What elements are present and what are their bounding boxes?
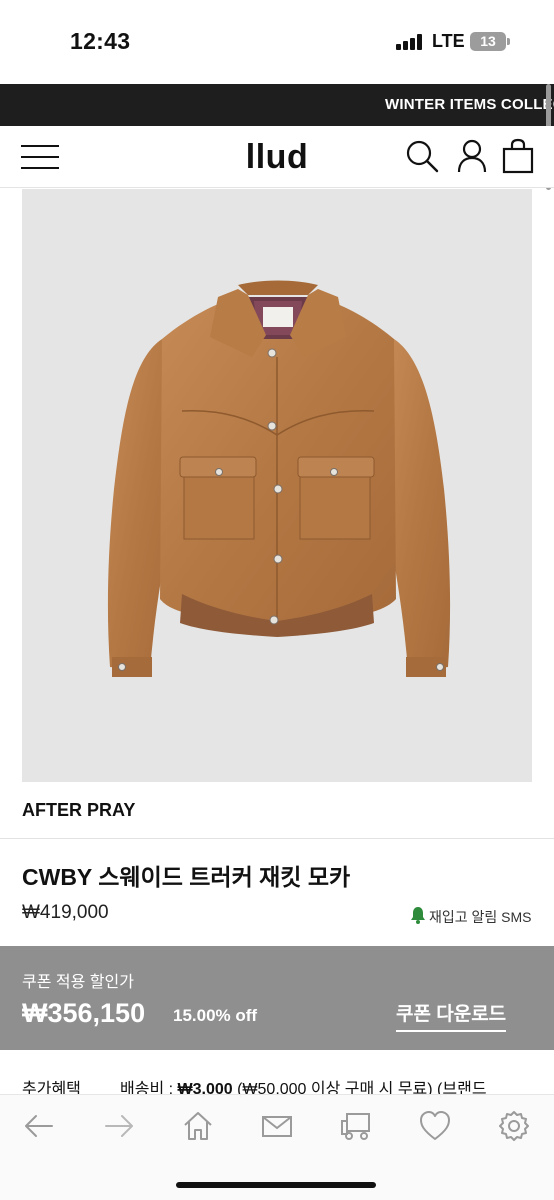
product-price: ₩419,000 xyxy=(22,902,109,923)
forward-arrow-icon[interactable] xyxy=(102,1109,136,1143)
back-arrow-icon[interactable] xyxy=(22,1109,56,1143)
signal-icon xyxy=(396,34,426,50)
shopping-bag-icon[interactable] xyxy=(500,138,536,174)
brand-name[interactable]: AFTER PRAY xyxy=(22,800,135,821)
battery-level: 13 xyxy=(480,33,496,49)
coupon-discount: 15.00% off xyxy=(173,1006,258,1025)
battery-icon: 13 xyxy=(470,32,506,51)
mail-icon[interactable] xyxy=(260,1109,294,1143)
divider xyxy=(0,838,554,839)
search-icon[interactable] xyxy=(404,138,440,174)
user-icon[interactable] xyxy=(454,138,490,174)
jacket-image xyxy=(107,280,451,677)
coupon-price: ₩356,150 xyxy=(22,998,146,1028)
promo-banner[interactable]: WINTER ITEMS COLLECTION xyxy=(0,84,554,126)
network-label: LTE xyxy=(432,31,465,51)
restock-alert-label: 재입고 알림 SMS xyxy=(429,909,532,925)
coupon-section: 쿠폰 적용 할인가 ₩356,150 15.00% off 쿠폰 다운로드 xyxy=(0,946,554,1050)
product-name: CWBY 스웨이드 트러커 재킷 모카 xyxy=(22,864,351,890)
coupon-label: 쿠폰 적용 할인가 xyxy=(22,974,134,991)
heart-icon[interactable] xyxy=(418,1109,452,1143)
site-header: llud xyxy=(0,126,554,188)
promo-text: WINTER ITEMS COLLECTION xyxy=(385,96,554,113)
status-bar: 12:43 LTE 13 xyxy=(0,0,554,84)
battery-cap xyxy=(507,38,510,45)
home-icon[interactable] xyxy=(181,1109,215,1143)
product-image[interactable] xyxy=(22,189,532,782)
status-time: 12:43 xyxy=(70,28,131,54)
menu-icon[interactable] xyxy=(21,143,59,171)
benefits-row: 추가혜택 배송비 : ₩3,000 (₩50,000 이상 구매 시 무료) (… xyxy=(0,1050,554,1100)
settings-icon[interactable] xyxy=(497,1109,531,1143)
bell-icon xyxy=(411,907,425,924)
truck-icon[interactable] xyxy=(339,1109,373,1143)
coupon-download-button[interactable]: 쿠폰 다운로드 xyxy=(396,999,507,1032)
home-indicator[interactable] xyxy=(176,1182,376,1188)
